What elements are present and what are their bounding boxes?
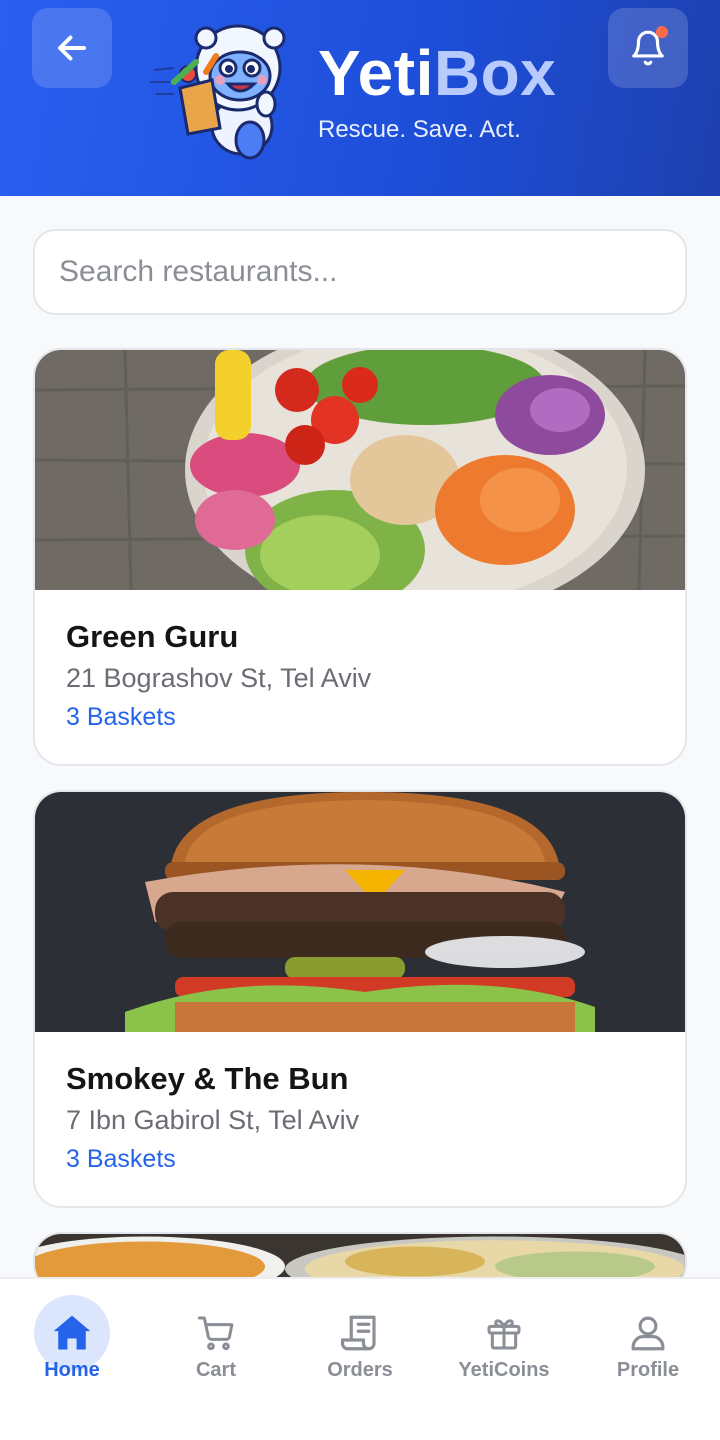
arrow-left-icon <box>58 35 86 61</box>
user-icon <box>631 1316 665 1351</box>
bottom-navigation: Home Cart Orders YetiCoins Profile <box>0 1277 720 1440</box>
nav-orders[interactable]: Orders <box>288 1295 432 1405</box>
nav-profile-label: Profile <box>616 1359 680 1381</box>
nav-home[interactable]: Home <box>0 1295 144 1405</box>
restaurant-name: Smokey & The Bun <box>66 1061 349 1096</box>
restaurant-image-burger <box>35 792 685 1032</box>
restaurant-address: 7 Ibn Gabirol St, Tel Aviv <box>66 1105 360 1135</box>
cart-icon <box>197 1316 234 1351</box>
restaurant-address: 21 Bograshov St, Tel Aviv <box>66 663 372 693</box>
brand: YetiBox Rescue. Save. Act. <box>318 38 556 144</box>
search-input[interactable] <box>59 255 661 289</box>
receipt-icon <box>340 1315 376 1351</box>
restaurant-baskets[interactable]: 3 Baskets <box>66 1142 654 1176</box>
restaurant-card[interactable]: Green Guru 21 Bograshov St, Tel Aviv 3 B… <box>33 348 687 766</box>
restaurant-image-salad-bowl <box>35 350 685 590</box>
nav-yeticoins[interactable]: YetiCoins <box>432 1295 576 1405</box>
brand-name-part1: Yeti <box>318 37 434 109</box>
home-icon <box>53 1315 91 1350</box>
nav-profile[interactable]: Profile <box>576 1295 720 1405</box>
restaurant-name: Green Guru <box>66 619 239 654</box>
nav-cart-label: Cart <box>195 1359 236 1381</box>
brand-name-part2: Box <box>433 37 557 109</box>
nav-yeticoins-label: YetiCoins <box>458 1359 550 1381</box>
nav-home-label: Home <box>44 1359 100 1381</box>
nav-orders-label: Orders <box>327 1359 393 1381</box>
search-bar[interactable] <box>33 229 687 315</box>
nav-cart[interactable]: Cart <box>144 1295 288 1405</box>
restaurant-card[interactable]: Smokey & The Bun 7 Ibn Gabirol St, Tel A… <box>33 790 687 1208</box>
notifications-button[interactable] <box>608 8 688 88</box>
yeti-mascot-logo <box>150 24 286 160</box>
notification-dot <box>656 26 668 38</box>
restaurant-baskets[interactable]: 3 Baskets <box>66 700 654 734</box>
app-header: YetiBox Rescue. Save. Act. <box>0 0 720 196</box>
brand-tagline: Rescue. Save. Act. <box>318 116 521 143</box>
brand-name: YetiBox <box>318 38 556 108</box>
back-button[interactable] <box>32 8 112 88</box>
gift-icon <box>487 1319 521 1350</box>
